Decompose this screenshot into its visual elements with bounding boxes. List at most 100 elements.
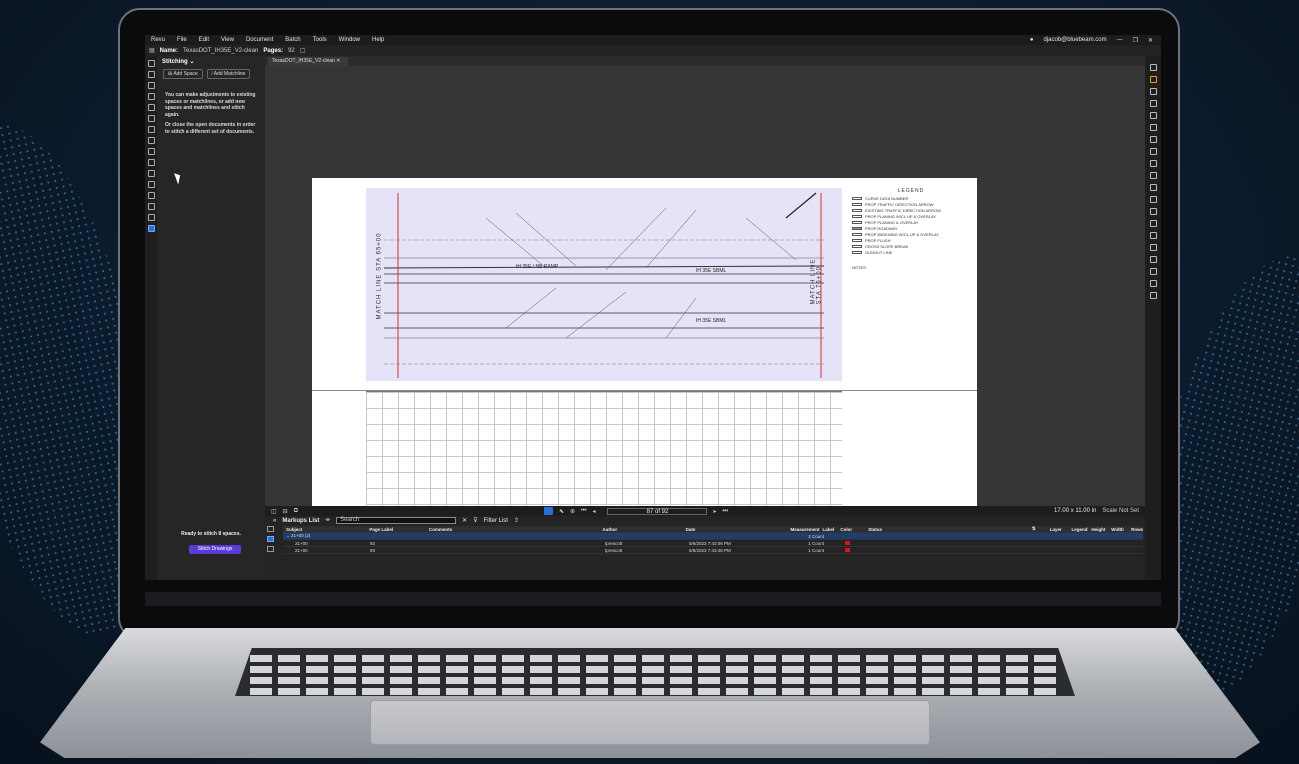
stamp-tool-icon[interactable]	[1149, 136, 1157, 143]
export-icon[interactable]: ⇪	[514, 517, 519, 524]
ellipse-tool-icon[interactable]	[1149, 244, 1157, 251]
stitching-icon[interactable]	[147, 225, 155, 232]
menu-document[interactable]: Document	[246, 37, 273, 43]
rectangle-tool-icon[interactable]	[1149, 232, 1157, 239]
chevron-down-icon[interactable]: ⌄	[189, 59, 194, 65]
collapse-icon[interactable]: «	[273, 518, 276, 524]
col-width[interactable]: Width	[1108, 527, 1128, 532]
account-email[interactable]: djacob@bluebeam.com	[1043, 37, 1106, 43]
area-tool-icon[interactable]	[1149, 280, 1157, 287]
dimension-tool-icon[interactable]	[1149, 220, 1157, 227]
tab-close-icon[interactable]: ✕	[336, 58, 340, 64]
measurements-icon[interactable]	[147, 126, 155, 133]
col-subject[interactable]: Subject	[283, 527, 366, 532]
highlight-tool-icon[interactable]	[1149, 76, 1157, 83]
spaces-icon[interactable]	[147, 137, 155, 144]
pages-icon[interactable]	[147, 82, 155, 89]
zoom-icon[interactable]: ⊕	[570, 508, 575, 515]
layers-icon[interactable]	[147, 93, 155, 100]
markups-search-input[interactable]: Search	[336, 517, 457, 524]
edit-icon[interactable]	[267, 546, 274, 552]
columns-icon[interactable]	[267, 526, 274, 532]
crop-tool-icon[interactable]	[1149, 160, 1157, 167]
col-author[interactable]: Author	[599, 527, 682, 532]
col-status[interactable]: Status	[865, 527, 1029, 532]
next-page-icon[interactable]: ▸	[713, 508, 716, 515]
col-height[interactable]: Height	[1088, 527, 1108, 532]
page-indicator[interactable]: 87 of 92	[607, 507, 708, 515]
callout-tool-icon[interactable]	[1149, 124, 1157, 131]
stitch-drawings-button[interactable]: Stitch Drawings	[189, 545, 241, 554]
col-measurement[interactable]: Measurement	[768, 527, 820, 532]
prev-page-icon[interactable]: ◂	[592, 508, 595, 515]
polyline-tool-icon[interactable]	[1149, 208, 1157, 215]
filter-icon[interactable]: ⊽	[473, 517, 477, 524]
menu-batch[interactable]: Batch	[285, 37, 300, 43]
table-row[interactable]: 21+00 92 tprescott 5/6/2023 7:43:06 PM 1…	[283, 540, 1143, 547]
settings-icon[interactable]	[147, 214, 155, 221]
menu-window[interactable]: Window	[339, 37, 360, 43]
image-tool-icon[interactable]	[1149, 148, 1157, 155]
col-label[interactable]: Label	[820, 527, 838, 532]
print-icon[interactable]	[147, 181, 155, 188]
list-view-icon[interactable]	[267, 536, 274, 542]
page-thumb-icon[interactable]: ▢	[300, 47, 306, 54]
text-tool-icon[interactable]	[1149, 100, 1157, 107]
document-viewport[interactable]: IH 35E / NB RAMP IH 35E SBML IH 35E SBML…	[265, 66, 1145, 508]
shape-tool-icon[interactable]	[1149, 112, 1157, 119]
col-date[interactable]: Date	[683, 527, 768, 532]
col-page-label[interactable]: Page Label	[366, 527, 426, 532]
col-layer[interactable]: Layer	[1047, 527, 1069, 532]
split-view-icon[interactable]: ⊟	[283, 508, 288, 515]
col-sort-icon[interactable]: ⇅	[1029, 526, 1047, 532]
add-matchline-button[interactable]: ⁄ Add Matchline	[206, 69, 251, 79]
minimize-icon[interactable]: —	[1117, 37, 1123, 43]
thumbnails-icon[interactable]	[147, 60, 155, 67]
col-color[interactable]: Color	[837, 527, 865, 532]
menu-help[interactable]: Help	[372, 37, 384, 43]
first-page-icon[interactable]: ⏮	[581, 508, 586, 515]
col-rows[interactable]: Rows	[1128, 527, 1143, 532]
properties-icon[interactable]	[147, 104, 155, 111]
markups-title[interactable]: Markups List	[282, 518, 319, 524]
studio-icon[interactable]	[147, 203, 155, 210]
restore-icon[interactable]: ❐	[1133, 37, 1138, 44]
arrow-tool-icon[interactable]	[1149, 184, 1157, 191]
menu-edit[interactable]: Edit	[199, 37, 209, 43]
signatures-icon[interactable]	[147, 115, 155, 122]
last-page-icon[interactable]: ⏭	[723, 508, 728, 515]
clear-search-icon[interactable]: ✕	[462, 517, 467, 524]
table-row[interactable]: 21+00 93 tprescott 5/6/2023 7:43:48 PM 1…	[283, 547, 1143, 554]
link-icon[interactable]: ⌯	[325, 517, 330, 524]
menu-view[interactable]: View	[221, 37, 234, 43]
single-page-icon[interactable]: ◫	[271, 508, 277, 515]
polygon-tool-icon[interactable]	[1149, 256, 1157, 263]
close-icon[interactable]: ✕	[1148, 37, 1153, 44]
properties-tool-icon[interactable]	[1149, 64, 1157, 71]
filter-list-button[interactable]: Filter List	[484, 518, 508, 524]
pen-tool-icon[interactable]	[1149, 88, 1157, 95]
file-icon[interactable]: ▤	[149, 47, 155, 54]
pan-tool-icon[interactable]	[544, 507, 553, 515]
menu-revu[interactable]: Revu	[151, 37, 165, 43]
compare-icon[interactable]: ⧉	[294, 508, 298, 515]
forms-icon[interactable]	[147, 148, 155, 155]
menu-tools[interactable]: Tools	[313, 37, 327, 43]
user-avatar-icon[interactable]: ●	[1030, 37, 1034, 43]
search-icon[interactable]	[147, 192, 155, 199]
add-space-button[interactable]: ⊞ Add Space	[163, 69, 203, 79]
select-tool-icon[interactable]: ⬉	[559, 508, 564, 515]
table-row[interactable]: ⌄ 21+00 (2) 2 Count	[283, 533, 1143, 540]
scale-status[interactable]: Scale Not Set	[1102, 508, 1139, 514]
menu-file[interactable]: File	[177, 37, 187, 43]
col-legend[interactable]: Legend	[1069, 527, 1089, 532]
bookmarks-icon[interactable]	[147, 71, 155, 78]
cloud-tool-icon[interactable]	[1149, 268, 1157, 275]
col-comments[interactable]: Comments	[426, 527, 600, 532]
links-icon[interactable]	[147, 170, 155, 177]
count-tool-icon[interactable]	[1149, 292, 1157, 299]
document-tab[interactable]: TexasDOT_IH35E_V2-clean ✕	[268, 57, 348, 66]
line-tool-icon[interactable]	[1149, 172, 1157, 179]
markup-icon[interactable]	[147, 159, 155, 166]
arc-tool-icon[interactable]	[1149, 196, 1157, 203]
